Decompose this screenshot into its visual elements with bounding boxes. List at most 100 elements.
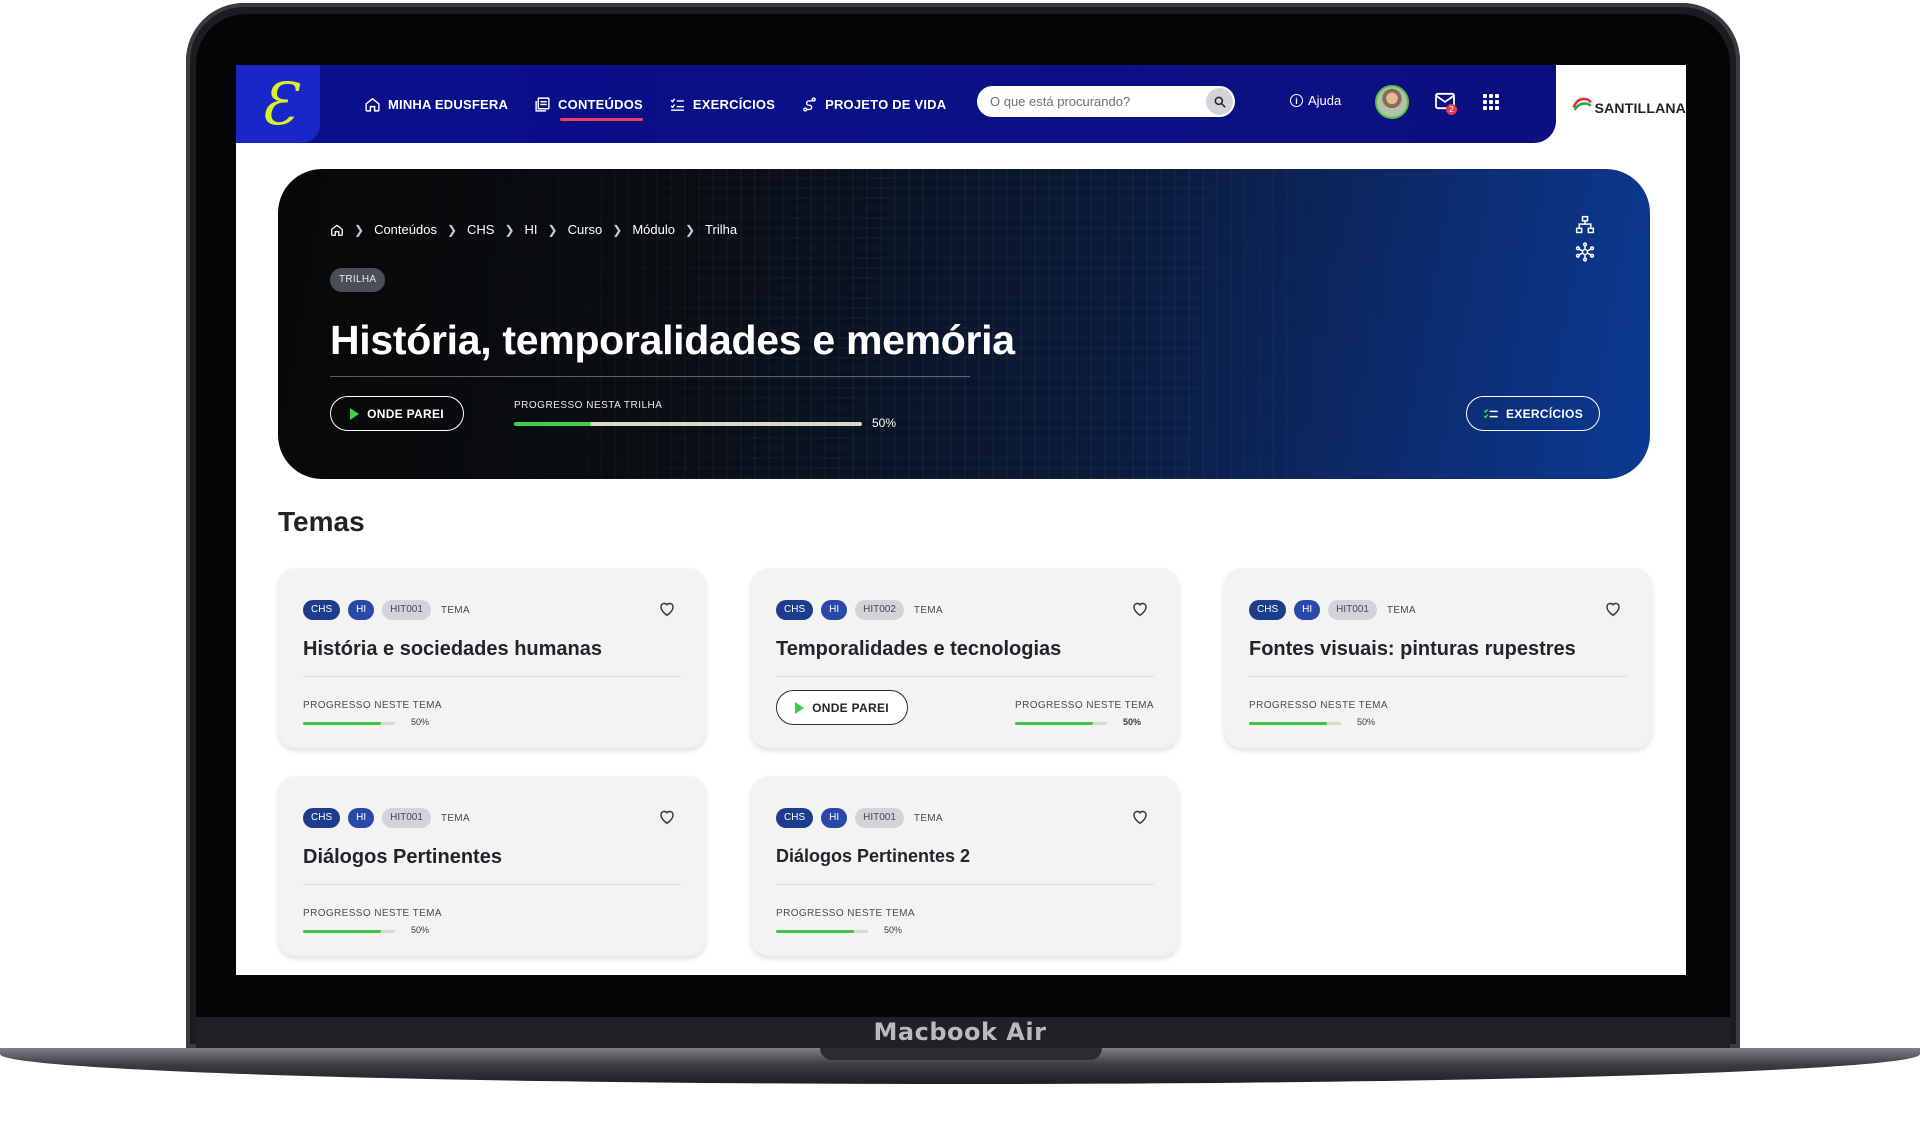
search-bar[interactable]: O que está procurando? [977, 86, 1235, 117]
theme-progress-bar [1015, 722, 1107, 725]
theme-progress-label: PROGRESSO NESTE TEMA [1015, 700, 1154, 711]
card-title[interactable]: Temporalidades e tecnologias [776, 638, 1061, 661]
title-divider [330, 376, 970, 377]
theme-progress-fill [776, 930, 855, 933]
theme-card[interactable]: CHS HI HIT001 TEMA Diálogos Pertinentes … [278, 776, 706, 956]
tag-code: HIT001 [1328, 600, 1377, 620]
theme-card[interactable]: CHS HI HIT001 TEMA História e sociedades… [278, 568, 706, 748]
nav-exercicios[interactable]: EXERCÍCIOS [669, 86, 775, 123]
card-title[interactable]: Diálogos Pertinentes 2 [776, 846, 970, 867]
nav-minha-edusfera[interactable]: MINHA EDUSFERA [364, 86, 508, 123]
apps-grid-icon[interactable] [1483, 94, 1499, 110]
logo-glyph: Ɛ [259, 70, 297, 138]
heart-icon[interactable] [1131, 600, 1149, 617]
play-icon [350, 407, 360, 420]
chevron-right-icon: ❯ [446, 222, 458, 237]
info-icon: i [1290, 94, 1303, 107]
breadcrumb-item[interactable]: Módulo [632, 222, 675, 237]
tag-area: CHS [303, 808, 341, 828]
santillana-logo: SANTILLANA [1556, 65, 1686, 143]
heart-icon[interactable] [1604, 600, 1622, 617]
nav-conteudos[interactable]: CONTEÚDOS [534, 86, 643, 123]
heart-icon[interactable] [658, 600, 676, 617]
search-button[interactable] [1206, 88, 1233, 115]
heart-icon[interactable] [658, 808, 676, 825]
card-divider [776, 884, 1154, 885]
tag-kind: TEMA [913, 604, 943, 616]
play-icon [795, 701, 805, 714]
tag-kind: TEMA [440, 604, 470, 616]
help-link[interactable]: i Ajuda [1290, 93, 1341, 108]
breadcrumb-item[interactable]: Conteúdos [374, 222, 437, 237]
trail-progress-value: 50% [872, 416, 897, 430]
trail-badge: TRILHA [330, 268, 386, 292]
home-icon [365, 97, 380, 112]
resume-trail-button[interactable]: ONDE PAREI [330, 396, 464, 431]
page-title: História, temporalidades e memória [330, 317, 1015, 363]
mail-badge: 2 [1446, 104, 1457, 115]
search-icon [1214, 96, 1226, 108]
nav-label: MINHA EDUSFERA [388, 96, 509, 112]
tag-area: CHS [776, 808, 814, 828]
theme-progress-label: PROGRESSO NESTE TEMA [776, 908, 915, 919]
resume-label: ONDE PAREI [812, 700, 889, 715]
nav-projeto-de-vida[interactable]: PROJETO DE VIDA [801, 86, 946, 123]
tag-kind: TEMA [1386, 604, 1416, 616]
card-tags: CHS HI HIT001 TEMA [1249, 600, 1416, 620]
search-input[interactable]: O que está procurando? [990, 94, 1206, 109]
theme-progress-bar [303, 722, 395, 725]
card-divider [776, 676, 1154, 677]
theme-progress-value: 50% [1123, 717, 1142, 727]
card-title[interactable]: Diálogos Pertinentes [303, 846, 502, 869]
breadcrumb-item[interactable]: Curso [568, 222, 603, 237]
theme-progress-value: 50% [411, 717, 430, 727]
heart-icon[interactable] [1131, 808, 1149, 825]
theme-progress-bar [303, 930, 395, 933]
tag-subject: HI [821, 808, 848, 828]
theme-progress-label: PROGRESSO NESTE TEMA [303, 908, 442, 919]
theme-card[interactable]: CHS HI HIT001 TEMA Diálogos Pertinentes … [751, 776, 1179, 956]
santillana-mark-icon [1572, 97, 1592, 111]
theme-progress-fill [303, 722, 382, 725]
network-icon[interactable] [1575, 242, 1595, 262]
tag-subject: HI [821, 600, 848, 620]
laptop-notch [820, 1048, 1102, 1060]
theme-card[interactable]: CHS HI HIT002 TEMA Temporalidades e tecn… [751, 568, 1179, 748]
breadcrumb-item[interactable]: CHS [467, 222, 494, 237]
edusfera-logo[interactable]: Ɛ [236, 65, 320, 143]
exercises-label: EXERCÍCIOS [1505, 406, 1583, 421]
theme-progress-label: PROGRESSO NESTE TEMA [303, 700, 442, 711]
card-tags: CHS HI HIT001 TEMA [776, 808, 943, 828]
resume-label: ONDE PAREI [367, 406, 444, 421]
breadcrumb-item[interactable]: HI [525, 222, 538, 237]
theme-card[interactable]: CHS HI HIT001 TEMA Fontes visuais: pintu… [1224, 568, 1652, 748]
nav-label: PROJETO DE VIDA [825, 96, 947, 112]
home-icon[interactable] [330, 223, 344, 237]
nav-label: EXERCÍCIOS [692, 96, 776, 112]
tag-subject: HI [348, 808, 375, 828]
tag-area: CHS [1249, 600, 1287, 620]
resume-theme-button[interactable]: ONDE PAREI [776, 690, 908, 725]
theme-progress-fill [1015, 722, 1094, 725]
path-icon [803, 96, 816, 112]
exercises-button[interactable]: EXERCÍCIOS [1466, 396, 1600, 431]
card-title[interactable]: História e sociedades humanas [303, 638, 602, 661]
trail-progress-bar [514, 422, 862, 426]
chevron-right-icon: ❯ [547, 222, 558, 237]
card-tags: CHS HI HIT001 TEMA [303, 808, 470, 828]
chevron-right-icon: ❯ [354, 222, 365, 237]
chevron-right-icon: ❯ [504, 222, 515, 237]
card-title[interactable]: Fontes visuais: pinturas rupestres [1249, 638, 1576, 661]
theme-progress-value: 50% [411, 925, 430, 935]
checklist-icon [1483, 408, 1498, 418]
chevron-right-icon: ❯ [684, 222, 696, 237]
theme-progress-fill [303, 930, 382, 933]
tag-code: HIT001 [382, 600, 431, 620]
section-title: Temas [278, 506, 365, 537]
user-avatar[interactable] [1375, 85, 1409, 119]
trail-progress-label: PROGRESSO NESTA TRILHA [514, 400, 663, 411]
hierarchy-icon[interactable] [1575, 215, 1595, 235]
card-tags: CHS HI HIT001 TEMA [303, 600, 470, 620]
card-divider [303, 676, 681, 677]
help-label: Ajuda [1308, 93, 1342, 108]
